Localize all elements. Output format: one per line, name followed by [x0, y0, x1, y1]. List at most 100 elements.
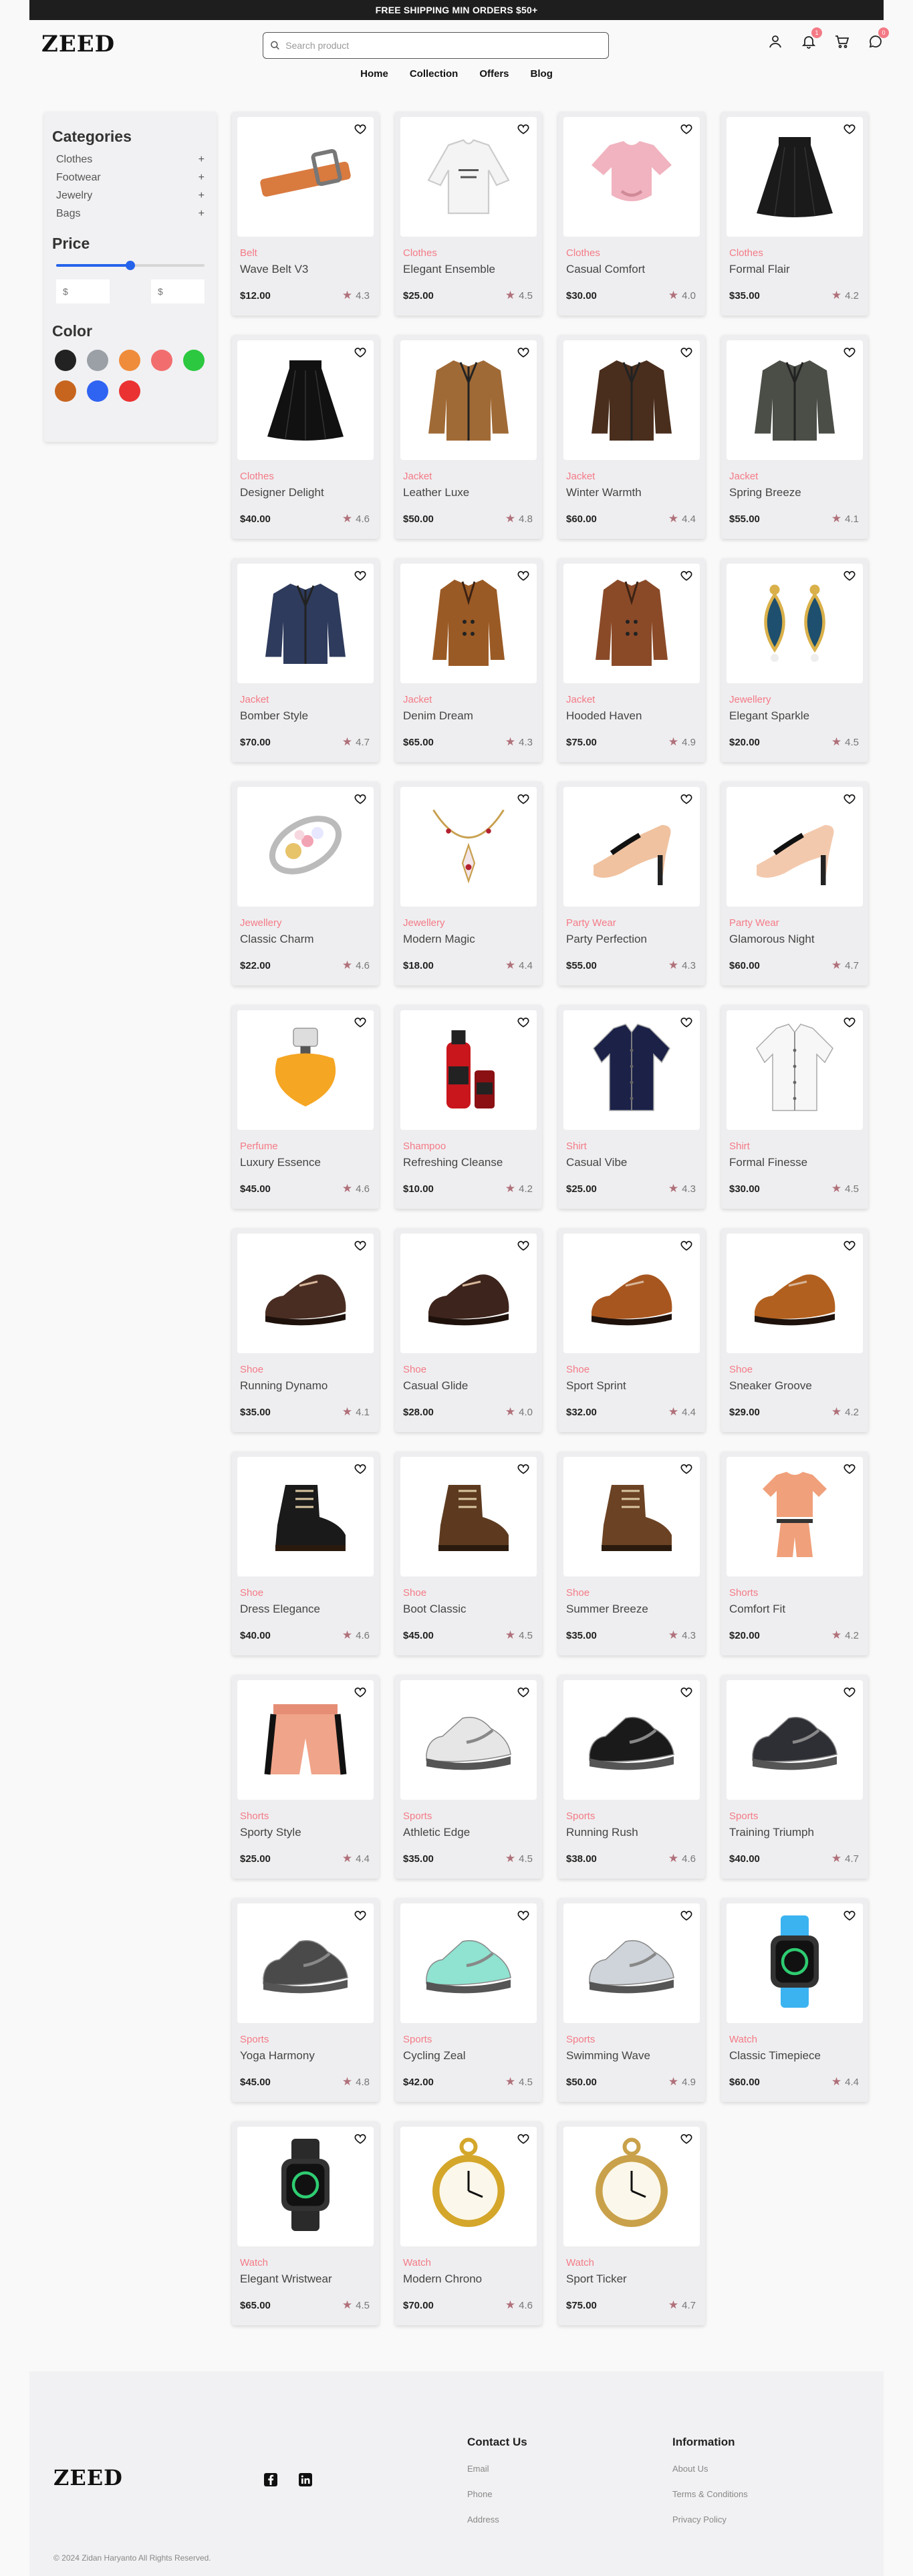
product-category[interactable]: Sports — [566, 1810, 697, 1822]
color-swatch[interactable] — [87, 350, 108, 371]
product-name[interactable]: Designer Delight — [240, 486, 371, 499]
product-category[interactable]: Shoe — [403, 1364, 534, 1375]
wishlist-heart-icon[interactable] — [354, 1909, 367, 1922]
product-category[interactable]: Clothes — [403, 247, 534, 259]
product-card[interactable]: Perfume Luxury Essence $45.00 ★ 4.6 — [232, 1005, 379, 1209]
expand-icon[interactable]: + — [199, 154, 205, 166]
category-clothes[interactable]: Clothes + — [56, 154, 205, 166]
product-category[interactable]: Shoe — [729, 1364, 860, 1375]
product-name[interactable]: Classic Charm — [240, 933, 371, 946]
product-category[interactable]: Jacket — [566, 471, 697, 482]
product-name[interactable]: Refreshing Cleanse — [403, 1156, 534, 1169]
product-category[interactable]: Jacket — [729, 471, 860, 482]
product-card[interactable]: Watch Elegant Wristwear $65.00 ★ 4.5 — [232, 2121, 379, 2325]
product-category[interactable]: Shirt — [729, 1141, 860, 1152]
product-card[interactable]: Shirt Formal Finesse $30.00 ★ 4.5 — [721, 1005, 868, 1209]
wishlist-heart-icon[interactable] — [517, 122, 530, 136]
logo[interactable]: ZEED — [41, 31, 115, 57]
wishlist-heart-icon[interactable] — [354, 1016, 367, 1029]
product-card[interactable]: Party Wear Party Perfection $55.00 ★ 4.3 — [558, 782, 705, 985]
product-image[interactable] — [727, 340, 863, 460]
product-category[interactable]: Party Wear — [566, 917, 697, 929]
product-image[interactable] — [400, 787, 537, 907]
linkedin-icon[interactable] — [297, 2472, 313, 2488]
search-bar[interactable] — [263, 32, 609, 59]
product-card[interactable]: Jacket Hooded Haven $75.00 ★ 4.9 — [558, 558, 705, 762]
product-category[interactable]: Clothes — [566, 247, 697, 259]
product-image[interactable] — [237, 340, 374, 460]
product-image[interactable] — [727, 1234, 863, 1353]
contact-email-link[interactable]: Email — [467, 2464, 527, 2474]
price-slider[interactable] — [56, 261, 205, 270]
product-category[interactable]: Watch — [403, 2257, 534, 2268]
wishlist-heart-icon[interactable] — [680, 122, 693, 136]
expand-icon[interactable]: + — [199, 190, 205, 202]
product-card[interactable]: Jacket Winter Warmth $60.00 ★ 4.4 — [558, 335, 705, 539]
chat-button[interactable]: 0 — [868, 27, 889, 49]
product-name[interactable]: Sneaker Groove — [729, 1379, 860, 1393]
product-image[interactable] — [400, 1234, 537, 1353]
wishlist-heart-icon[interactable] — [680, 1462, 693, 1476]
product-card[interactable]: Watch Classic Timepiece $60.00 ★ 4.4 — [721, 1898, 868, 2102]
product-name[interactable]: Dress Elegance — [240, 1603, 371, 1616]
product-name[interactable]: Bomber Style — [240, 709, 371, 723]
wishlist-heart-icon[interactable] — [517, 1685, 530, 1699]
product-image[interactable] — [400, 564, 537, 683]
product-card[interactable]: Shoe Sport Sprint $32.00 ★ 4.4 — [558, 1228, 705, 1432]
category-jewelry[interactable]: Jewelry + — [56, 190, 205, 202]
product-card[interactable]: Sports Yoga Harmony $45.00 ★ 4.8 — [232, 1898, 379, 2102]
product-card[interactable]: Shorts Sporty Style $25.00 ★ 4.4 — [232, 1675, 379, 1879]
product-card[interactable]: Shoe Boot Classic $45.00 ★ 4.5 — [395, 1451, 542, 1655]
product-name[interactable]: Luxury Essence — [240, 1156, 371, 1169]
color-swatch[interactable] — [87, 380, 108, 402]
product-card[interactable]: Shorts Comfort Fit $20.00 ★ 4.2 — [721, 1451, 868, 1655]
category-footwear[interactable]: Footwear + — [56, 172, 205, 184]
product-category[interactable]: Jewellery — [403, 917, 534, 929]
product-image[interactable] — [237, 787, 374, 907]
product-card[interactable]: Jacket Spring Breeze $55.00 ★ 4.1 — [721, 335, 868, 539]
product-category[interactable]: Watch — [729, 2034, 860, 2045]
category-bags[interactable]: Bags + — [56, 208, 205, 220]
product-card[interactable]: Jacket Denim Dream $65.00 ★ 4.3 — [395, 558, 542, 762]
product-category[interactable]: Shirt — [566, 1141, 697, 1152]
product-category[interactable]: Sports — [240, 2034, 371, 2045]
product-image[interactable] — [563, 1234, 700, 1353]
product-category[interactable]: Party Wear — [729, 917, 860, 929]
product-category[interactable]: Sports — [566, 2034, 697, 2045]
product-card[interactable]: Shoe Running Dynamo $35.00 ★ 4.1 — [232, 1228, 379, 1432]
search-input[interactable] — [285, 40, 602, 51]
product-image[interactable] — [563, 1457, 700, 1576]
product-category[interactable]: Perfume — [240, 1141, 371, 1152]
product-image[interactable] — [563, 1903, 700, 2023]
wishlist-heart-icon[interactable] — [354, 2132, 367, 2145]
product-category[interactable]: Clothes — [729, 247, 860, 259]
wishlist-heart-icon[interactable] — [354, 122, 367, 136]
product-image[interactable] — [237, 1457, 374, 1576]
wishlist-heart-icon[interactable] — [354, 569, 367, 582]
min-price-input[interactable] — [56, 279, 110, 304]
product-category[interactable]: Shorts — [240, 1810, 371, 1822]
product-image[interactable] — [400, 1903, 537, 2023]
product-category[interactable]: Shoe — [566, 1364, 697, 1375]
product-image[interactable] — [237, 564, 374, 683]
product-image[interactable] — [400, 1457, 537, 1576]
product-name[interactable]: Hooded Haven — [566, 709, 697, 723]
product-category[interactable]: Jacket — [240, 694, 371, 705]
product-card[interactable]: Shoe Dress Elegance $40.00 ★ 4.6 — [232, 1451, 379, 1655]
product-image[interactable] — [727, 787, 863, 907]
product-card[interactable]: Shampoo Refreshing Cleanse $10.00 ★ 4.2 — [395, 1005, 542, 1209]
product-image[interactable] — [563, 2127, 700, 2246]
product-image[interactable] — [237, 117, 374, 237]
privacy-link[interactable]: Privacy Policy — [672, 2514, 748, 2525]
product-name[interactable]: Modern Magic — [403, 933, 534, 946]
product-name[interactable]: Sport Sprint — [566, 1379, 697, 1393]
product-name[interactable]: Swimming Wave — [566, 2049, 697, 2063]
wishlist-heart-icon[interactable] — [843, 1239, 856, 1252]
product-name[interactable]: Running Rush — [566, 1826, 697, 1839]
product-name[interactable]: Summer Breeze — [566, 1603, 697, 1616]
product-image[interactable] — [563, 117, 700, 237]
color-swatch[interactable] — [183, 350, 205, 371]
product-card[interactable]: Jacket Leather Luxe $50.00 ★ 4.8 — [395, 335, 542, 539]
product-name[interactable]: Casual Glide — [403, 1379, 534, 1393]
product-name[interactable]: Modern Chrono — [403, 2272, 534, 2286]
